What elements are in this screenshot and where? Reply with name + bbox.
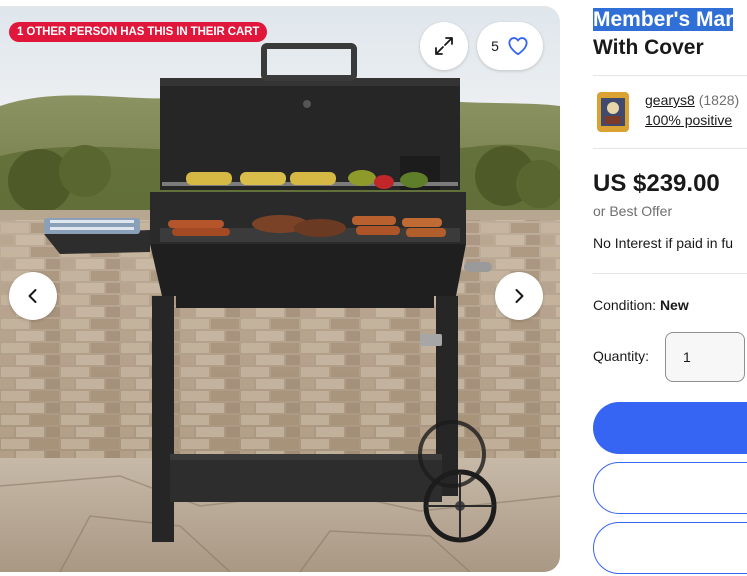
- listing-title-line1: Member's Mar: [593, 8, 734, 31]
- quantity-input[interactable]: 1: [665, 332, 745, 382]
- seller-card: gearys8 (1828) 100% positive: [593, 90, 747, 134]
- expand-icon: [435, 37, 453, 55]
- divider: [593, 148, 747, 149]
- previous-image-button[interactable]: [9, 272, 57, 320]
- seller-score: (1828): [698, 92, 740, 108]
- price: US $239.00: [593, 170, 720, 197]
- product-image: [0, 6, 560, 572]
- chevron-right-icon: [515, 289, 524, 303]
- expand-image-button[interactable]: [420, 22, 468, 70]
- next-image-button[interactable]: [495, 272, 543, 320]
- divider: [593, 75, 747, 76]
- make-offer-button[interactable]: [593, 522, 747, 574]
- listing-info-panel: Member's Mar With Cover gearys8 (1828) 1…: [593, 0, 747, 576]
- watch-button[interactable]: 5: [477, 22, 543, 70]
- quantity-label: Quantity:: [593, 348, 650, 364]
- seller-name-link[interactable]: gearys8: [645, 92, 695, 108]
- listing-title: Member's Mar With Cover: [593, 6, 747, 62]
- listing-title-line2: With Cover: [593, 36, 704, 59]
- best-offer-label: or Best Offer: [593, 203, 673, 219]
- chevron-left-icon: [28, 289, 37, 303]
- seller-name-row: gearys8 (1828): [645, 92, 739, 108]
- condition-value: New: [659, 297, 689, 313]
- image-gallery[interactable]: 1 OTHER PERSON HAS THIS IN THEIR CART 5: [0, 6, 560, 572]
- condition-label: Condition:: [593, 297, 657, 313]
- condition-row: Condition: New: [593, 297, 689, 313]
- add-to-cart-button[interactable]: [593, 462, 747, 514]
- cart-count-badge: 1 OTHER PERSON HAS THIS IN THEIR CART: [9, 22, 268, 42]
- listing-page: 1 OTHER PERSON HAS THIS IN THEIR CART 5: [0, 0, 747, 576]
- buy-it-now-button[interactable]: [593, 402, 747, 454]
- divider: [593, 273, 747, 274]
- financing-text: No Interest if paid in fu: [593, 235, 734, 251]
- watch-count: 5: [491, 38, 499, 54]
- seller-feedback-link[interactable]: 100% positive: [645, 112, 732, 128]
- heart-icon: [508, 37, 528, 56]
- seller-feedback-row: 100% positive: [645, 112, 732, 128]
- seller-avatar[interactable]: [597, 92, 629, 132]
